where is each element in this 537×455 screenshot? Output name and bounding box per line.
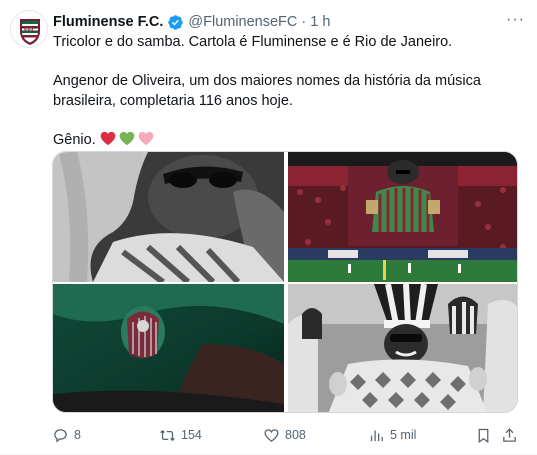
verified-badge-icon <box>168 14 184 30</box>
tweet-line-1: Tricolor e do samba. Cartola é Fluminens… <box>53 34 453 50</box>
bw-portrait-photo-icon <box>53 152 284 282</box>
tweet-header: Fluminense F.C. @FluminenseFC · 1 h ··· <box>53 11 525 31</box>
repost-icon <box>160 429 175 441</box>
account-handle[interactable]: @FluminenseFC <box>188 14 297 30</box>
bookmark-button[interactable] <box>475 424 492 446</box>
more-options-icon[interactable]: ··· <box>506 11 525 29</box>
views-button[interactable]: 5 mil <box>368 424 416 446</box>
bw-carnival-photo-icon <box>288 284 517 412</box>
media-photo-2[interactable] <box>288 152 517 282</box>
repost-count: 154 <box>181 428 202 442</box>
share-button[interactable] <box>501 424 518 446</box>
views-chart-icon <box>370 430 383 441</box>
views-count: 5 mil <box>390 428 417 442</box>
share-icon <box>503 427 516 442</box>
fluminense-crest-icon: FFC <box>11 11 47 47</box>
stadium-tifo-photo-icon <box>288 152 517 282</box>
tweet-timestamp[interactable]: 1 h <box>310 14 330 30</box>
avatar[interactable]: FFC <box>10 10 48 48</box>
media-photo-4[interactable] <box>288 284 517 412</box>
separator-dot: · <box>301 14 307 30</box>
tweet-line-2: Angenor de Oliveira, um dos maiores nome… <box>53 73 481 109</box>
media-photo-3[interactable] <box>53 284 284 412</box>
tweet-line-3-text: Gênio. <box>53 132 96 148</box>
repost-button[interactable]: 154 <box>159 424 202 446</box>
media-grid <box>52 151 518 413</box>
reply-count: 8 <box>74 428 81 442</box>
tweet-card[interactable]: FFC Fluminense F.C. @FluminenseFC · 1 h … <box>0 0 537 455</box>
reply-button[interactable]: 8 <box>52 424 81 446</box>
like-count: 808 <box>285 428 306 442</box>
pink-heart-icon <box>138 131 154 146</box>
green-heart-icon <box>119 131 135 146</box>
tweet-text: Tricolor e do samba. Cartola é Fluminens… <box>53 32 523 150</box>
reply-icon <box>54 428 67 442</box>
tweet-line-3: Gênio. <box>53 130 523 150</box>
like-heart-icon <box>264 428 279 442</box>
bookmark-icon <box>478 428 489 443</box>
emoji-group <box>100 131 154 146</box>
svg-text:FFC: FFC <box>24 28 36 34</box>
green-jersey-sleeve-photo-icon <box>53 284 284 412</box>
like-button[interactable]: 808 <box>263 424 306 446</box>
action-bar: 8 154 808 5 mil <box>52 424 518 446</box>
red-heart-icon <box>100 131 116 146</box>
media-photo-1[interactable] <box>53 152 284 282</box>
account-name[interactable]: Fluminense F.C. <box>53 14 163 30</box>
